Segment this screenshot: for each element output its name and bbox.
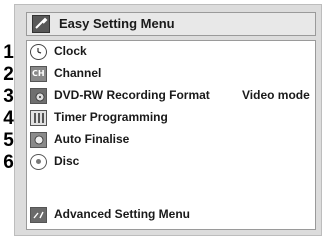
menu-item-label: Timer Programming — [54, 110, 168, 124]
menu-item-auto-finalise[interactable]: Auto Finalise — [30, 129, 315, 151]
channel-icon: CH — [30, 66, 47, 82]
wrench-icon — [32, 15, 50, 33]
menu-item-clock[interactable]: Clock — [30, 41, 315, 63]
menu-item-label: Channel — [54, 66, 102, 80]
item-number: 6 — [3, 152, 14, 173]
finalise-icon — [30, 132, 47, 148]
menu-item-channel[interactable]: CH Channel — [30, 63, 315, 85]
menu-item-label: Auto Finalise — [54, 132, 130, 146]
menu-item-value: Video mode — [242, 88, 310, 102]
advanced-settings-icon — [30, 207, 47, 223]
dvd-rw-icon — [30, 88, 47, 104]
item-number: 2 — [3, 64, 14, 85]
menu-item-disc[interactable]: Disc — [30, 151, 315, 173]
item-number: 5 — [3, 130, 14, 151]
menu-title: Easy Setting Menu — [59, 16, 175, 31]
menu-title-bar: Easy Setting Menu — [26, 12, 316, 36]
menu-item-label: Disc — [54, 154, 80, 168]
menu-item-timer-programming[interactable]: Timer Programming — [30, 107, 315, 129]
item-number: 1 — [3, 42, 14, 63]
menu-item-dvd-rw-recording-format[interactable]: DVD-RW Recording Format Video mode — [30, 85, 315, 107]
menu-item-label: Clock — [54, 44, 87, 58]
timer-icon — [30, 110, 47, 126]
advanced-setting-menu-item[interactable]: Advanced Setting Menu — [30, 204, 315, 226]
clock-icon — [30, 44, 47, 60]
menu-item-label: DVD-RW Recording Format — [54, 88, 210, 102]
item-number: 3 — [3, 86, 14, 107]
disc-icon — [30, 154, 47, 170]
item-number: 4 — [3, 108, 14, 129]
advanced-menu-label: Advanced Setting Menu — [54, 207, 191, 221]
